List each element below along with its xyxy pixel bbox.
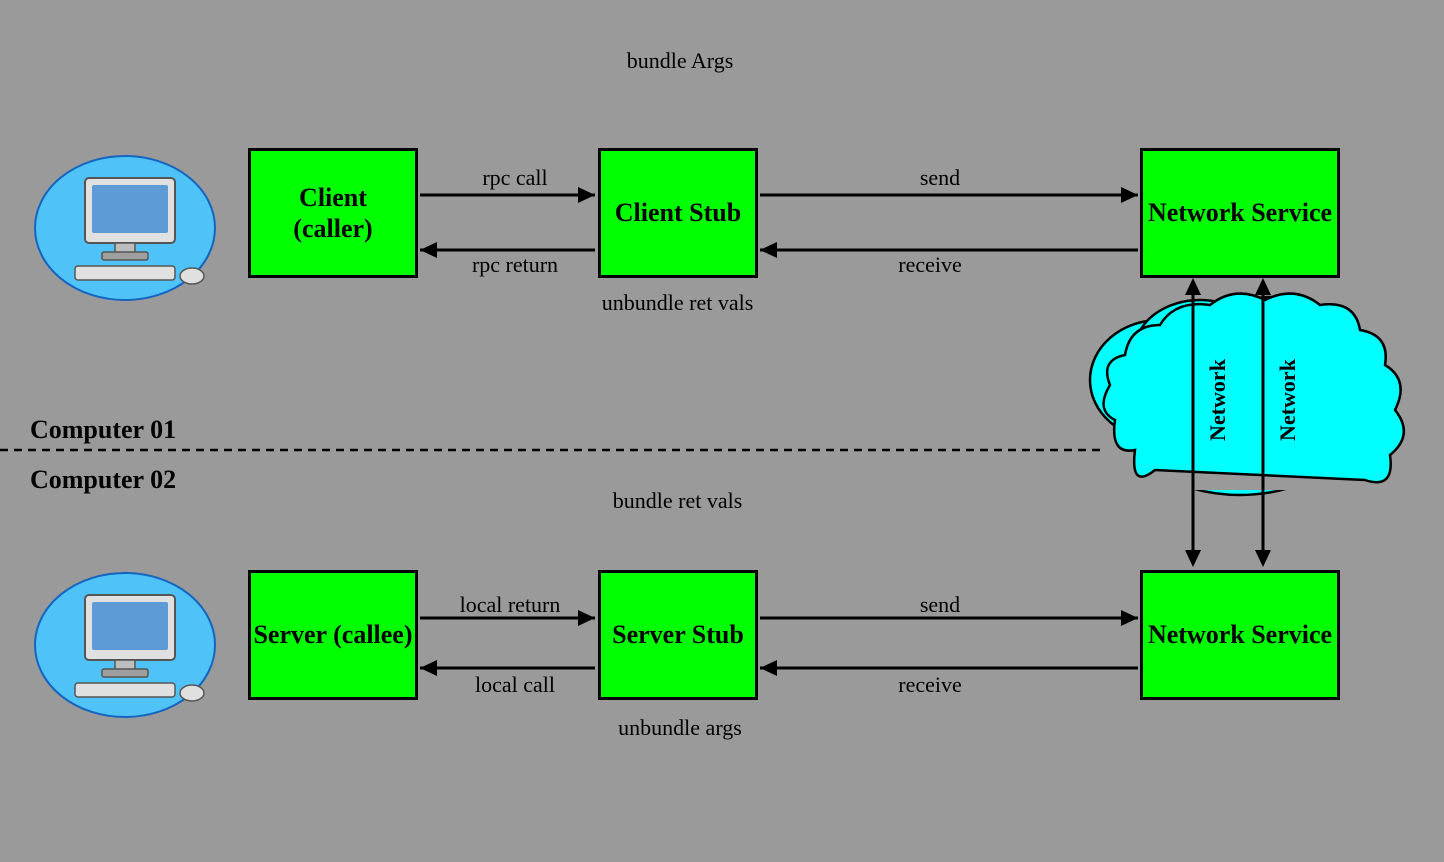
receive-top-label: receive [870, 252, 990, 278]
server-callee-label: Server (callee) [253, 619, 412, 650]
bundle-args-label: bundle Args [620, 48, 740, 74]
server-callee-box: Server (callee) [248, 570, 418, 700]
unbundle-args-bottom-label: unbundle args [605, 715, 755, 741]
server-stub-box: Server Stub [598, 570, 758, 700]
server-stub-label: Server Stub [612, 619, 744, 650]
rpc-return-label: rpc return [440, 252, 590, 278]
network-cloud-2 [1104, 294, 1404, 483]
computer-icon-bottom [30, 565, 220, 715]
receive-bottom-label: receive [870, 672, 990, 698]
local-call-label: local call [440, 672, 590, 698]
computer-icon-top [30, 148, 220, 298]
network-label-right: Network [1275, 358, 1300, 441]
computer-02-label: Computer 02 [30, 465, 176, 495]
client-stub-label: Client Stub [615, 197, 741, 228]
local-return-label: local return [430, 592, 590, 618]
network-cloud [1090, 297, 1390, 495]
network-label-left: Network [1205, 358, 1230, 441]
send-top-label: send [890, 165, 990, 191]
network-service-bottom-label: Network Service [1148, 619, 1332, 650]
client-caller-label: Client (caller) [293, 182, 372, 244]
computer-01-label: Computer 01 [30, 415, 176, 445]
send-bottom-label: send [890, 592, 990, 618]
unbundle-ret-vals-top-label: unbundle ret vals [590, 290, 765, 316]
rpc-call-label: rpc call [450, 165, 580, 191]
diagram-container: Network Network [0, 0, 1444, 862]
network-service-bottom-box: Network Service [1140, 570, 1340, 700]
client-caller-box: Client (caller) [248, 148, 418, 278]
network-service-top-box: Network Service [1140, 148, 1340, 278]
client-stub-box: Client Stub [598, 148, 758, 278]
bundle-ret-vals-bottom-label: bundle ret vals [590, 488, 765, 514]
network-service-top-label: Network Service [1148, 197, 1332, 228]
